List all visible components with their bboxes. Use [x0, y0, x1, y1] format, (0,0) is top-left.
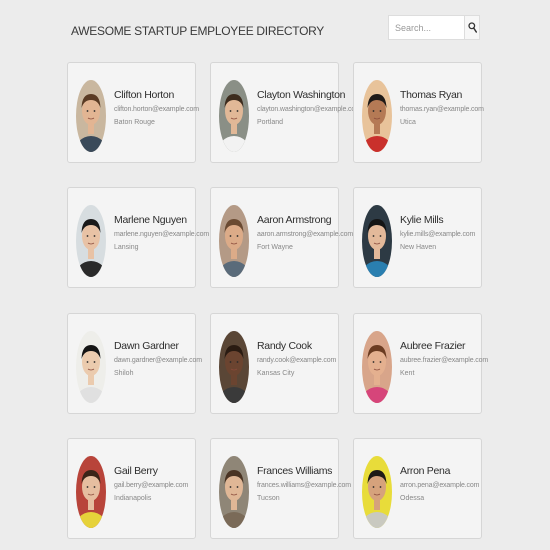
employee-info: Randy Cook randy.cook@example.com Kansas C… [257, 340, 339, 377]
employee-city: Fort Wayne [257, 244, 293, 251]
employee-card[interactable]: Aubree Frazier aubree.frazier@example.com… [353, 313, 489, 414]
employee-avatar [219, 331, 249, 403]
employee-email: aaron.armstrong@example.com [257, 231, 354, 238]
employee-avatar [219, 456, 249, 528]
employee-email: clifton.horton@example.com [114, 106, 199, 113]
employee-avatar [76, 456, 106, 528]
employee-city: Utica [400, 119, 416, 126]
employee-info: Frances Williams frances.williams@example… [257, 465, 351, 502]
employee-email: marlene.nguyen@example.com [114, 231, 210, 238]
employee-email: frances.williams@example.com [257, 482, 351, 489]
employee-avatar [362, 80, 392, 152]
employee-email: aubree.frazier@example.com [400, 357, 489, 364]
search-form [388, 15, 480, 40]
employee-name: Gail Berry [114, 465, 158, 477]
employee-info: Marlene Nguyen marlene.nguyen@example.com… [114, 214, 210, 251]
page-title: AWESOME STARTUP EMPLOYEE DIRECTORY [71, 24, 324, 38]
employee-card[interactable]: Clifton Horton clifton.horton@example.com… [67, 62, 199, 163]
employee-info: Kylie Mills kylie.mills@example.com New Ha… [400, 214, 482, 251]
employee-card[interactable]: Clayton Washington clayton.washington@exa… [210, 62, 361, 163]
employee-card[interactable]: Kylie Mills kylie.mills@example.com New Ha… [353, 187, 482, 288]
employee-city: Odessa [400, 495, 425, 502]
employee-email: thomas.ryan@example.com [400, 106, 484, 113]
employee-avatar [219, 80, 249, 152]
magnifier-icon [467, 22, 477, 33]
employee-city: Baton Rouge [114, 119, 155, 126]
employee-info: Arron Pena arron.pena@example.com Odessa [400, 465, 482, 502]
employee-info: Clifton Horton clifton.horton@example.com… [114, 89, 199, 126]
employee-card[interactable]: Marlene Nguyen marlene.nguyen@example.com… [67, 187, 210, 288]
employee-name: Thomas Ryan [400, 89, 463, 101]
employee-avatar [76, 331, 106, 403]
employee-city: Tucson [257, 495, 280, 502]
employee-name: Aaron Armstrong [257, 214, 332, 226]
employee-avatar [76, 205, 106, 277]
employee-name: Marlene Nguyen [114, 214, 187, 226]
employee-avatar [362, 456, 392, 528]
employee-email: kylie.mills@example.com [400, 231, 476, 238]
employee-avatar [362, 331, 392, 403]
employee-name: Kylie Mills [400, 214, 444, 226]
employee-name: Randy Cook [257, 340, 312, 352]
employee-name: Aubree Frazier [400, 340, 466, 352]
employee-card[interactable]: Dawn Gardner dawn.gardner@example.com Shil… [67, 313, 202, 414]
search-button[interactable] [465, 15, 480, 40]
employee-info: Dawn Gardner dawn.gardner@example.com Shil… [114, 340, 202, 377]
employee-city: Indianapolis [114, 495, 152, 502]
employee-card[interactable]: Aaron Armstrong aaron.armstrong@example.c… [210, 187, 354, 288]
employee-city: Kent [400, 370, 415, 377]
employee-email: dawn.gardner@example.com [114, 357, 202, 364]
employee-email: randy.cook@example.com [257, 357, 337, 364]
employee-email: gail.berry@example.com [114, 482, 189, 489]
employee-name: Clayton Washington [257, 89, 346, 101]
employee-info: Thomas Ryan thomas.ryan@example.com Utica [400, 89, 484, 126]
employee-city: Kansas City [257, 370, 295, 377]
employee-name: Arron Pena [400, 465, 451, 477]
employee-card[interactable]: Randy Cook randy.cook@example.com Kansas C… [210, 313, 339, 414]
employee-city: Lansing [114, 244, 139, 251]
employee-name: Dawn Gardner [114, 340, 179, 352]
employee-avatar [219, 205, 249, 277]
employee-avatar [76, 80, 106, 152]
employee-card[interactable]: Gail Berry gail.berry@example.com Indianap… [67, 438, 196, 539]
employee-info: Aaron Armstrong aaron.armstrong@example.c… [257, 214, 354, 251]
employee-email: arron.pena@example.com [400, 482, 480, 489]
employee-city: Portland [257, 119, 284, 126]
search-input[interactable] [388, 15, 465, 40]
employee-card[interactable]: Thomas Ryan thomas.ryan@example.com Utica [353, 62, 484, 163]
employee-name: Frances Williams [257, 465, 333, 477]
employee-city: Shiloh [114, 370, 134, 377]
employee-name: Clifton Horton [114, 89, 174, 101]
employee-city: New Haven [400, 244, 437, 251]
employee-info: Gail Berry gail.berry@example.com Indianap… [114, 465, 196, 502]
employee-info: Aubree Frazier aubree.frazier@example.com… [400, 340, 489, 377]
employee-avatar [362, 205, 392, 277]
page-header: AWESOME STARTUP EMPLOYEE DIRECTORY [0, 0, 550, 58]
employee-email: clayton.washington@example.com [257, 106, 361, 113]
employee-card[interactable]: Arron Pena arron.pena@example.com Odessa [353, 438, 482, 539]
employee-card[interactable]: Frances Williams frances.williams@example… [210, 438, 351, 539]
employee-info: Clayton Washington clayton.washington@exa… [257, 89, 361, 126]
